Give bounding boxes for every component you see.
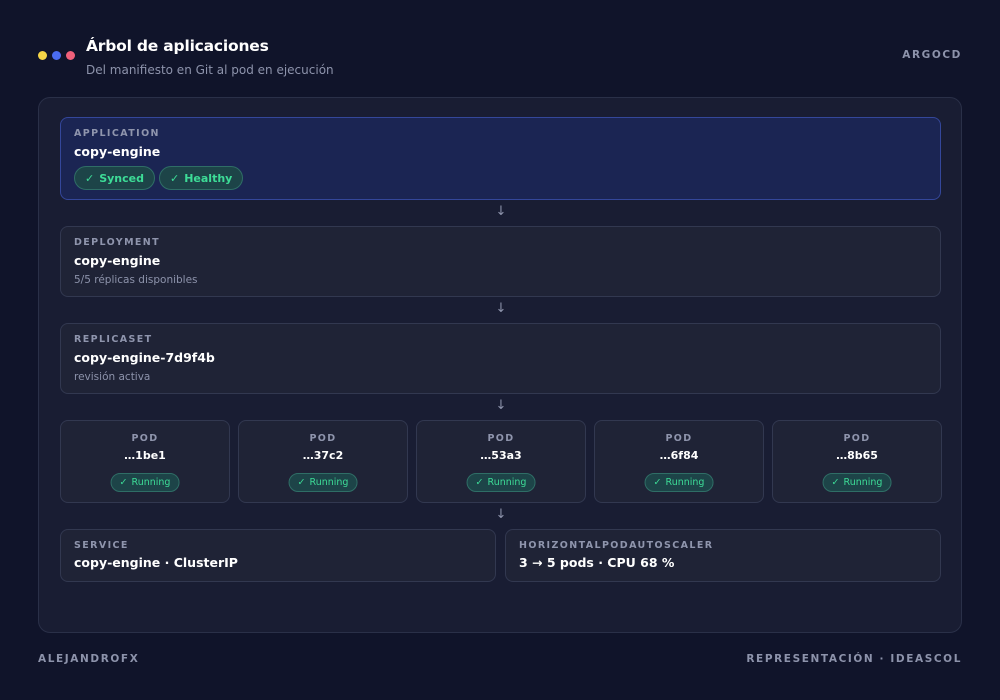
check-icon: ✓ (119, 477, 128, 488)
check-icon: ✓ (831, 477, 840, 488)
running-badge: ✓ Running (288, 473, 358, 492)
running-badge: ✓ Running (466, 473, 536, 492)
pod-name: …53a3 (480, 449, 522, 462)
window-dots (38, 51, 75, 60)
pod-name: …1be1 (124, 449, 166, 462)
footer-credit: REPRESENTACIÓN · IDEASCOL (746, 653, 962, 665)
synced-label: Synced (99, 171, 144, 185)
pod-kind: POD (131, 433, 159, 444)
pod-card[interactable]: POD …6f84 ✓ Running (594, 420, 764, 503)
replicaset-kind: REPLICASET (74, 334, 153, 345)
page-title: Árbol de aplicaciones (86, 37, 269, 55)
arrow-down-icon: ↓ (495, 204, 507, 219)
service-card[interactable]: SERVICE copy-engine · ClusterIP (60, 529, 496, 582)
check-icon: ✓ (475, 477, 484, 488)
application-card[interactable]: APPLICATION copy-engine ✓ Synced ✓ Healt… (60, 117, 941, 200)
pod-kind: POD (665, 433, 693, 444)
running-label: Running (309, 477, 349, 488)
dot-blue-icon (52, 51, 61, 60)
application-name: copy-engine (74, 144, 161, 159)
footer-author: ALEJANDROFX (38, 653, 140, 665)
pod-card[interactable]: POD …53a3 ✓ Running (416, 420, 586, 503)
pod-name: …8b65 (836, 449, 878, 462)
check-icon: ✓ (297, 477, 306, 488)
brand-label: ARGOCD (902, 49, 962, 61)
pod-name: …37c2 (302, 449, 344, 462)
deployment-kind: DEPLOYMENT (74, 237, 161, 248)
pod-card[interactable]: POD …8b65 ✓ Running (772, 420, 942, 503)
application-kind: APPLICATION (74, 128, 160, 139)
pod-card[interactable]: POD …37c2 ✓ Running (238, 420, 408, 503)
application-badges: ✓ Synced ✓ Healthy (74, 166, 244, 190)
hpa-kind: HORIZONTALPODAUTOSCALER (519, 540, 714, 551)
deployment-card[interactable]: DEPLOYMENT copy-engine 5/5 réplicas disp… (60, 226, 941, 297)
running-label: Running (131, 477, 171, 488)
running-label: Running (843, 477, 883, 488)
service-kind: SERVICE (74, 540, 129, 551)
healthy-label: Healthy (184, 171, 233, 185)
hpa-name: 3 → 5 pods · CPU 68 % (519, 555, 675, 570)
healthy-badge: ✓ Healthy (159, 166, 244, 190)
running-label: Running (487, 477, 527, 488)
pod-card[interactable]: POD …1be1 ✓ Running (60, 420, 230, 503)
service-name: copy-engine · ClusterIP (74, 555, 238, 570)
hpa-card[interactable]: HORIZONTALPODAUTOSCALER 3 → 5 pods · CPU… (505, 529, 941, 582)
pod-kind: POD (843, 433, 871, 444)
tree-panel: APPLICATION copy-engine ✓ Synced ✓ Healt… (38, 97, 962, 633)
dot-yellow-icon (38, 51, 47, 60)
arrow-down-icon: ↓ (495, 301, 507, 316)
dot-pink-icon (66, 51, 75, 60)
arrow-down-icon: ↓ (495, 398, 507, 413)
synced-badge: ✓ Synced (74, 166, 155, 190)
running-label: Running (665, 477, 705, 488)
replicaset-note: revisión activa (74, 371, 151, 383)
check-icon: ✓ (653, 477, 662, 488)
replicaset-card[interactable]: REPLICASET copy-engine-7d9f4b revisión a… (60, 323, 941, 394)
page-header: Árbol de aplicaciones Del manifiesto en … (38, 36, 962, 80)
running-badge: ✓ Running (110, 473, 180, 492)
arrow-down-icon: ↓ (495, 507, 507, 522)
running-badge: ✓ Running (644, 473, 714, 492)
pod-kind: POD (487, 433, 515, 444)
deployment-note: 5/5 réplicas disponibles (74, 274, 198, 286)
check-icon: ✓ (170, 171, 180, 185)
pod-name: …6f84 (659, 449, 699, 462)
pod-kind: POD (309, 433, 337, 444)
deployment-name: copy-engine (74, 253, 161, 268)
page-subtitle: Del manifiesto en Git al pod en ejecució… (86, 63, 334, 77)
running-badge: ✓ Running (822, 473, 892, 492)
replicaset-name: copy-engine-7d9f4b (74, 350, 215, 365)
check-icon: ✓ (85, 171, 95, 185)
